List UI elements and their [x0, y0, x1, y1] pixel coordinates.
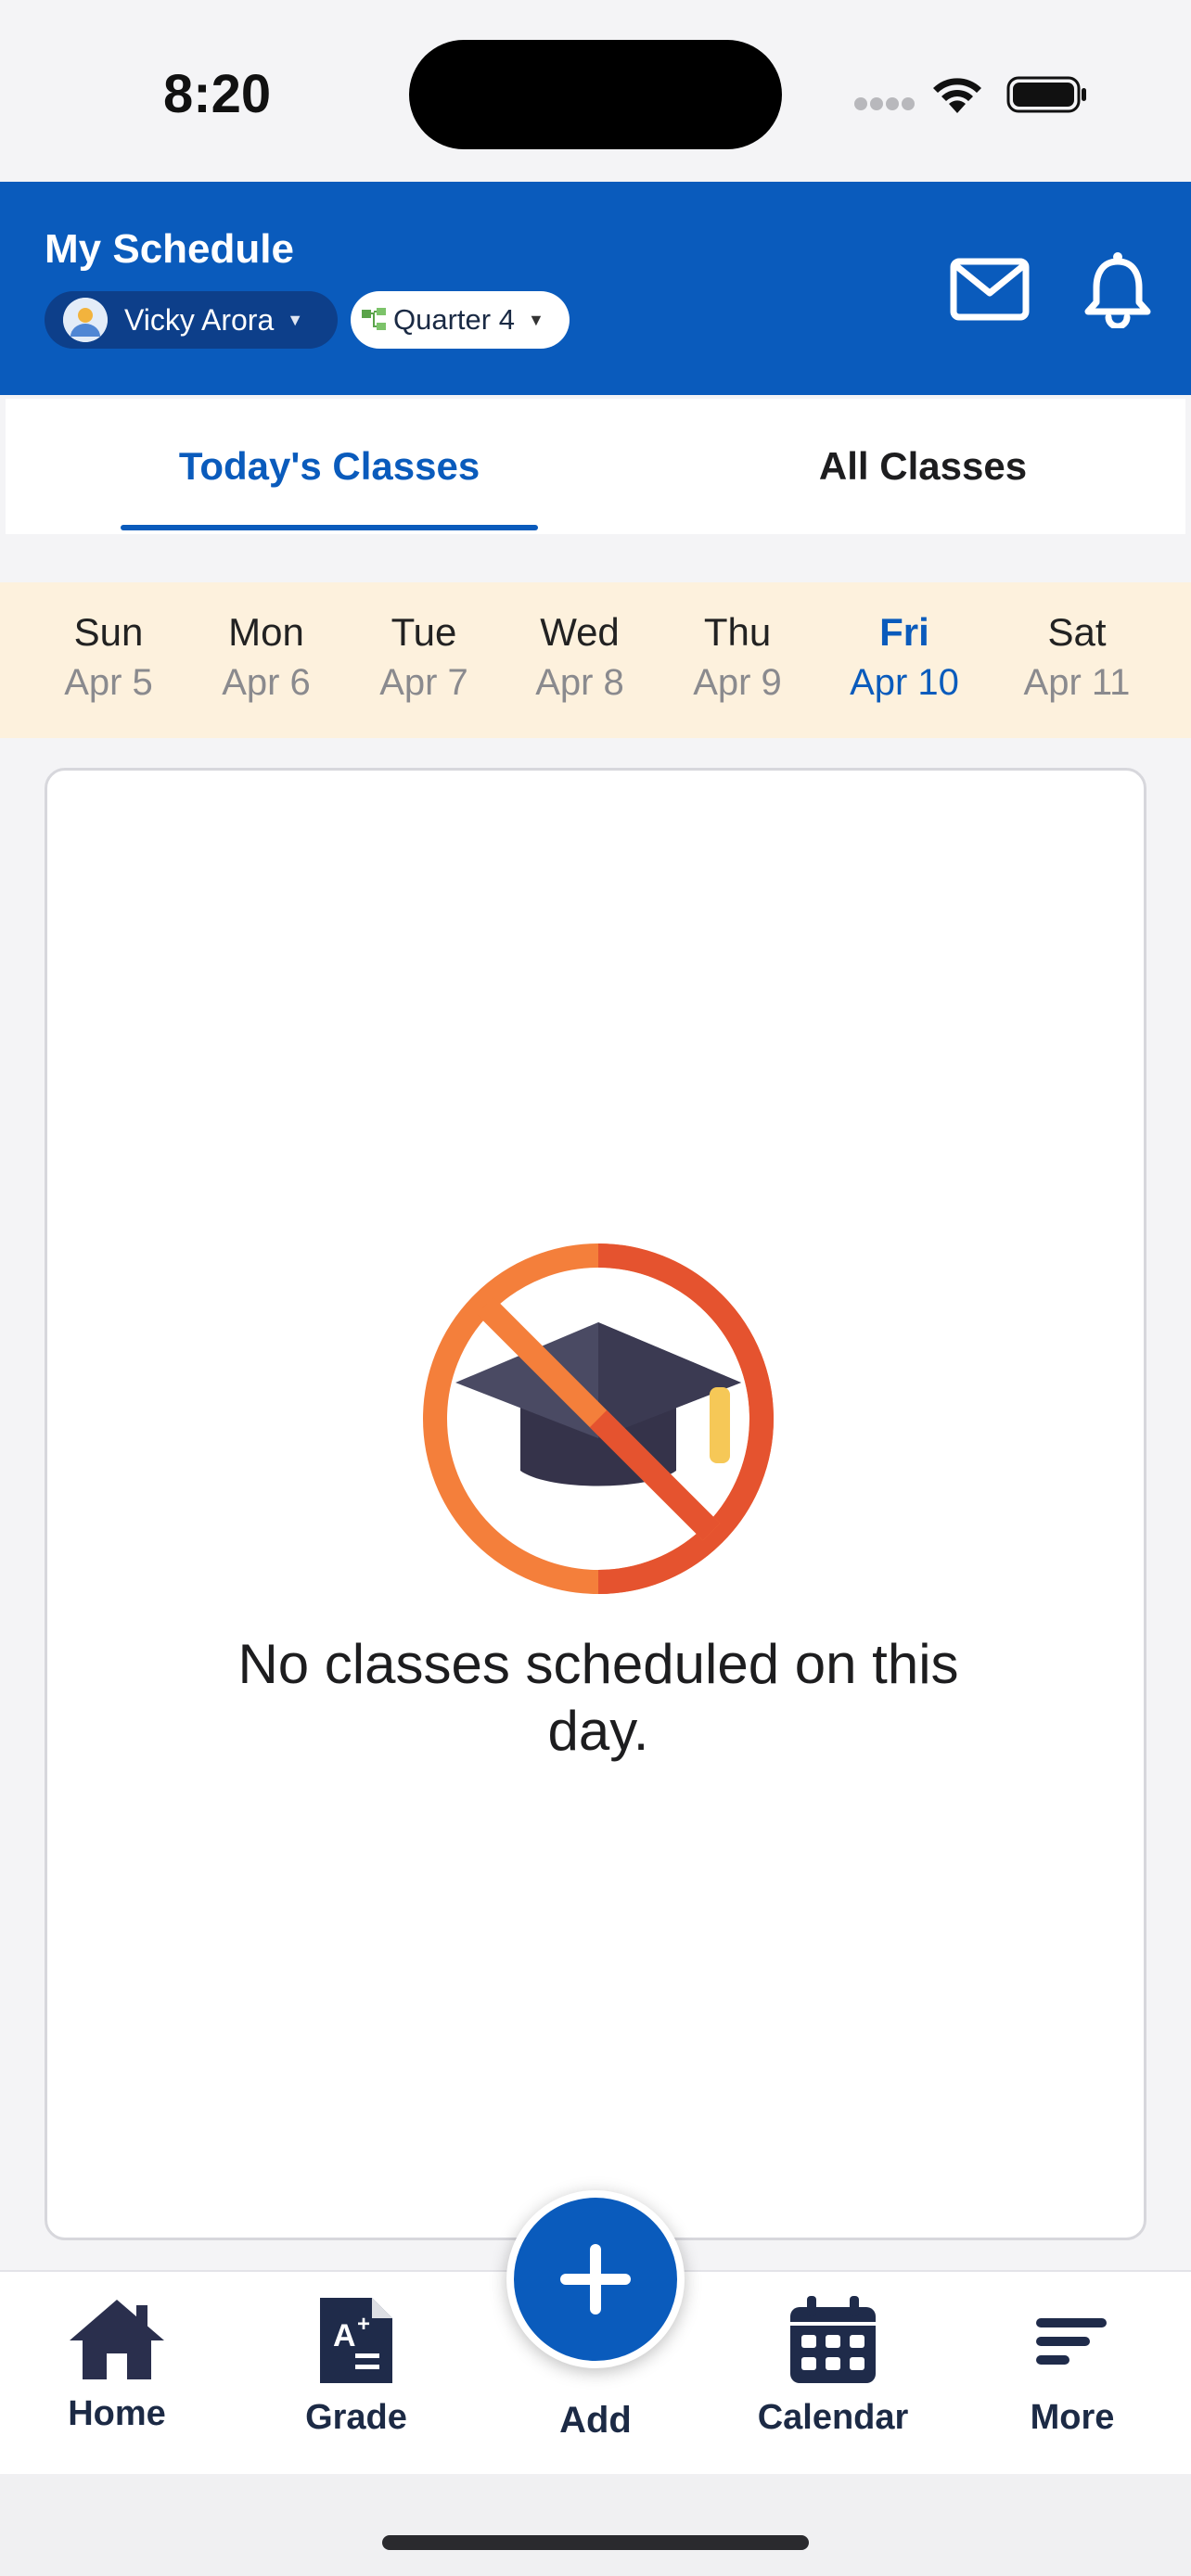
svg-text:A: A	[333, 2318, 356, 2353]
nav-grade-label: Grade	[305, 2398, 407, 2437]
add-button[interactable]	[506, 2190, 685, 2368]
day-sat[interactable]: Sat Apr 11	[998, 610, 1156, 704]
day-date: Apr 10	[850, 662, 959, 703]
day-thu[interactable]: Thu Apr 9	[659, 610, 816, 704]
svg-text:+: +	[357, 2312, 370, 2337]
nav-calendar-label: Calendar	[757, 2398, 909, 2437]
avatar-person-icon	[63, 298, 108, 342]
tab-all-classes[interactable]: All Classes	[714, 399, 1132, 534]
dynamic-island	[409, 40, 782, 149]
add-label: Add	[559, 2400, 632, 2441]
status-time: 8:20	[163, 64, 272, 124]
student-selector[interactable]: Vicky Arora ▼	[45, 291, 338, 349]
day-name: Tue	[391, 610, 457, 654]
day-sun[interactable]: Sun Apr 5	[30, 610, 187, 704]
day-date: Apr 9	[693, 662, 782, 703]
day-name: Wed	[540, 610, 620, 654]
nav-more[interactable]: More	[970, 2294, 1174, 2438]
wifi-icon	[933, 78, 981, 113]
day-name: Sat	[1047, 610, 1107, 654]
nav-more-label: More	[1030, 2398, 1115, 2437]
battery-icon	[1006, 76, 1086, 113]
nav-home-label: Home	[68, 2394, 166, 2433]
day-name: Mon	[228, 610, 304, 654]
week-day-selector: Sun Apr 5 Mon Apr 6 Tue Apr 7 Wed Apr 8 …	[0, 582, 1191, 738]
status-bar: 8:20	[0, 0, 1191, 182]
chevron-down-icon: ▼	[287, 310, 304, 329]
no-classes-icon	[423, 1243, 774, 1594]
home-indicator-area	[0, 2474, 1191, 2576]
nav-grade[interactable]: A + Grade	[254, 2294, 458, 2438]
quarter-label: Quarter 4	[393, 303, 515, 336]
nav-calendar[interactable]: Calendar	[731, 2294, 935, 2438]
more-menu-icon	[1036, 2318, 1107, 2365]
day-name: Fri	[879, 610, 929, 654]
day-mon[interactable]: Mon Apr 6	[187, 610, 345, 704]
empty-state-message: No classes scheduled on this day.	[237, 1633, 959, 1762]
grade-icon: A +	[320, 2298, 392, 2383]
chevron-down-icon: ▼	[527, 310, 544, 329]
day-date: Apr 5	[64, 662, 153, 703]
bell-icon[interactable]	[1083, 250, 1152, 328]
day-name: Thu	[703, 610, 772, 654]
schedule-tabs: Today's Classes All Classes	[6, 399, 1185, 534]
plus-icon	[560, 2244, 631, 2315]
quarter-tree-icon	[362, 308, 386, 330]
day-tue[interactable]: Tue Apr 7	[345, 610, 503, 704]
day-date: Apr 11	[1023, 662, 1131, 703]
classes-card: No classes scheduled on this day.	[45, 768, 1146, 2240]
page-title: My Schedule	[45, 226, 294, 272]
day-date: Apr 7	[379, 662, 468, 703]
day-wed[interactable]: Wed Apr 8	[501, 610, 659, 704]
nav-home[interactable]: Home	[15, 2294, 219, 2434]
active-tab-indicator	[121, 525, 538, 530]
day-date: Apr 8	[535, 662, 624, 703]
student-name: Vicky Arora	[124, 302, 275, 337]
mail-icon[interactable]	[950, 258, 1030, 321]
day-name: Sun	[73, 610, 144, 654]
calendar-icon	[790, 2296, 876, 2383]
home-indicator[interactable]	[382, 2535, 809, 2550]
avatar	[63, 298, 108, 342]
day-date: Apr 6	[222, 662, 311, 703]
cellular-signal-icon	[854, 97, 915, 110]
day-fri[interactable]: Fri Apr 10	[826, 610, 983, 704]
home-icon	[70, 2300, 164, 2379]
app-header: My Schedule Vicky Arora ▼ Quarter 4 ▼	[0, 182, 1191, 395]
tab-todays-classes[interactable]: Today's Classes	[121, 399, 538, 534]
quarter-selector[interactable]: Quarter 4 ▼	[351, 291, 570, 349]
